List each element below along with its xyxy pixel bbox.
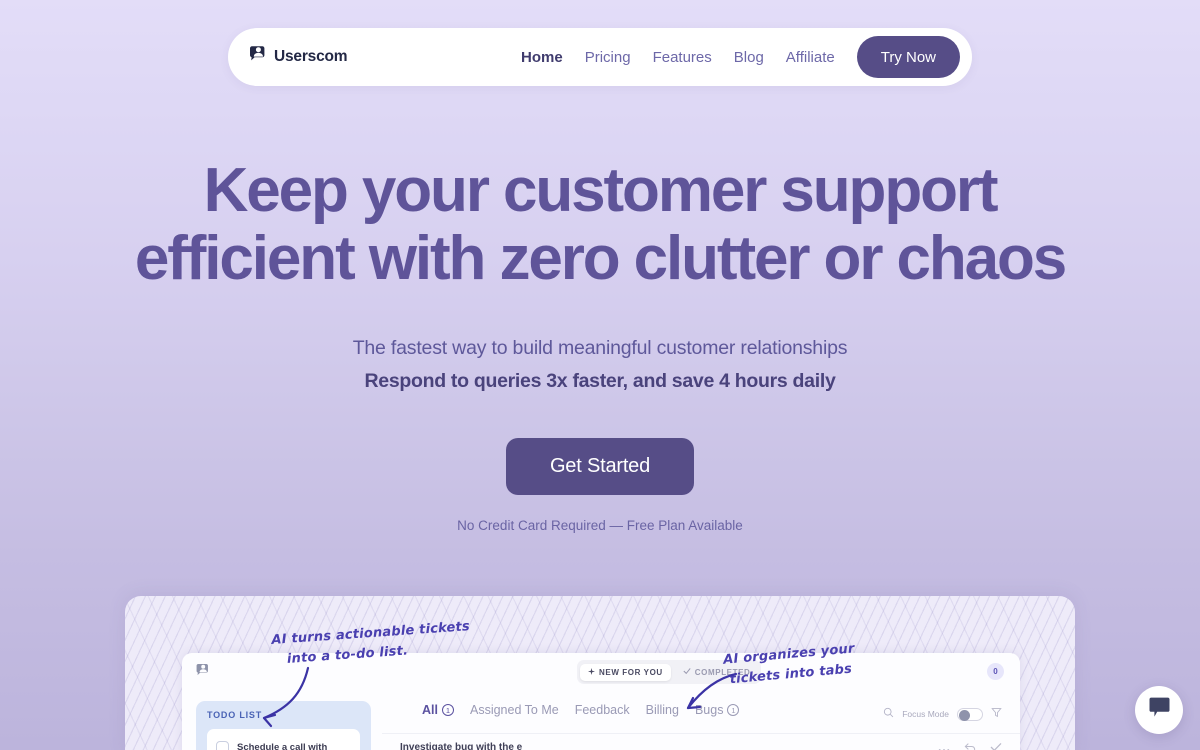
chat-bubble-person-icon: [248, 45, 267, 69]
product-preview: NEW FOR YOU COMPLETED 0 TODO LIST Schedu…: [125, 596, 1075, 750]
tab-feedback[interactable]: Feedback: [575, 703, 630, 717]
table-row[interactable]: Investigate bug with the e: [382, 733, 1020, 750]
focus-mode-label: Focus Mode: [902, 709, 949, 719]
nav-link-blog[interactable]: Blog: [734, 49, 764, 66]
nav-link-affiliate[interactable]: Affiliate: [786, 49, 835, 66]
tab-all-label: All: [422, 703, 438, 717]
tab-bugs[interactable]: Bugs 1: [695, 703, 740, 717]
more-options-icon[interactable]: [938, 739, 950, 750]
nav-links: Home Pricing Features Blog Affiliate: [521, 49, 835, 66]
tab-all[interactable]: All 1: [422, 703, 454, 717]
filter-icon[interactable]: [991, 705, 1002, 723]
search-icon[interactable]: [883, 705, 894, 723]
app-toolbar: Focus Mode: [883, 705, 1002, 723]
ticket-actions: [938, 739, 1002, 750]
resolve-check-icon[interactable]: [990, 739, 1002, 750]
tab-billing-label: Billing: [645, 703, 679, 717]
nav-link-pricing[interactable]: Pricing: [585, 49, 631, 66]
app-chat-bubble-person-icon: [195, 663, 210, 683]
hero-subtitle-bold: Respond to queries 3x faster, and save 4…: [364, 370, 836, 392]
segment-new-for-you-label: NEW FOR YOU: [599, 667, 663, 677]
tab-bugs-count: 1: [727, 704, 740, 716]
todo-list-panel: TODO LIST Schedule a call with: [196, 701, 371, 750]
tab-assigned-to-me-label: Assigned To Me: [469, 703, 559, 717]
get-started-button[interactable]: Get Started: [505, 438, 695, 495]
headline-line-1: Keep your customer support: [203, 156, 999, 225]
headline-line-2: efficient with zero clutter or chaos: [134, 224, 1067, 293]
tab-billing[interactable]: Billing: [646, 703, 679, 717]
brand-name: Userscom: [274, 48, 348, 65]
navbar: Userscom Home Pricing Features Blog Affi…: [228, 28, 972, 86]
todo-item-label: Schedule a call with: [237, 741, 328, 750]
cta-note: No Credit Card Required — Free Plan Avai…: [457, 518, 743, 533]
ticket-tabs: All 1 Assigned To Me Feedback Billing Bu…: [422, 703, 740, 717]
nav-link-features[interactable]: Features: [653, 49, 712, 66]
todo-item[interactable]: Schedule a call with: [207, 729, 360, 750]
try-now-button[interactable]: Try Now: [856, 36, 960, 78]
chat-widget-button[interactable]: [1135, 686, 1183, 734]
sparkle-icon: [588, 667, 595, 677]
chat-bubble-icon: [1148, 697, 1171, 724]
tab-feedback-label: Feedback: [574, 703, 630, 717]
page-title: Keep your customer support efficient wit…: [0, 160, 1200, 290]
nav-link-home[interactable]: Home: [521, 49, 563, 66]
focus-mode-toggle[interactable]: [957, 707, 983, 721]
hero-subtitle: The fastest way to build meaningful cust…: [352, 337, 848, 359]
brand-logo[interactable]: Userscom: [248, 45, 348, 69]
todo-checkbox[interactable]: [216, 740, 229, 750]
tab-all-count: 1: [441, 704, 454, 716]
ticket-title: Investigate bug with the e: [400, 742, 523, 750]
avatar[interactable]: 0: [987, 663, 1004, 680]
todo-list-title: TODO LIST: [207, 710, 263, 720]
check-icon: [683, 667, 691, 677]
tab-assigned-to-me[interactable]: Assigned To Me: [470, 703, 559, 717]
hero-section: Keep your customer support efficient wit…: [0, 160, 1200, 534]
reply-icon[interactable]: [964, 739, 976, 750]
tab-bugs-label: Bugs: [694, 703, 724, 717]
segment-new-for-you[interactable]: NEW FOR YOU: [580, 663, 671, 681]
